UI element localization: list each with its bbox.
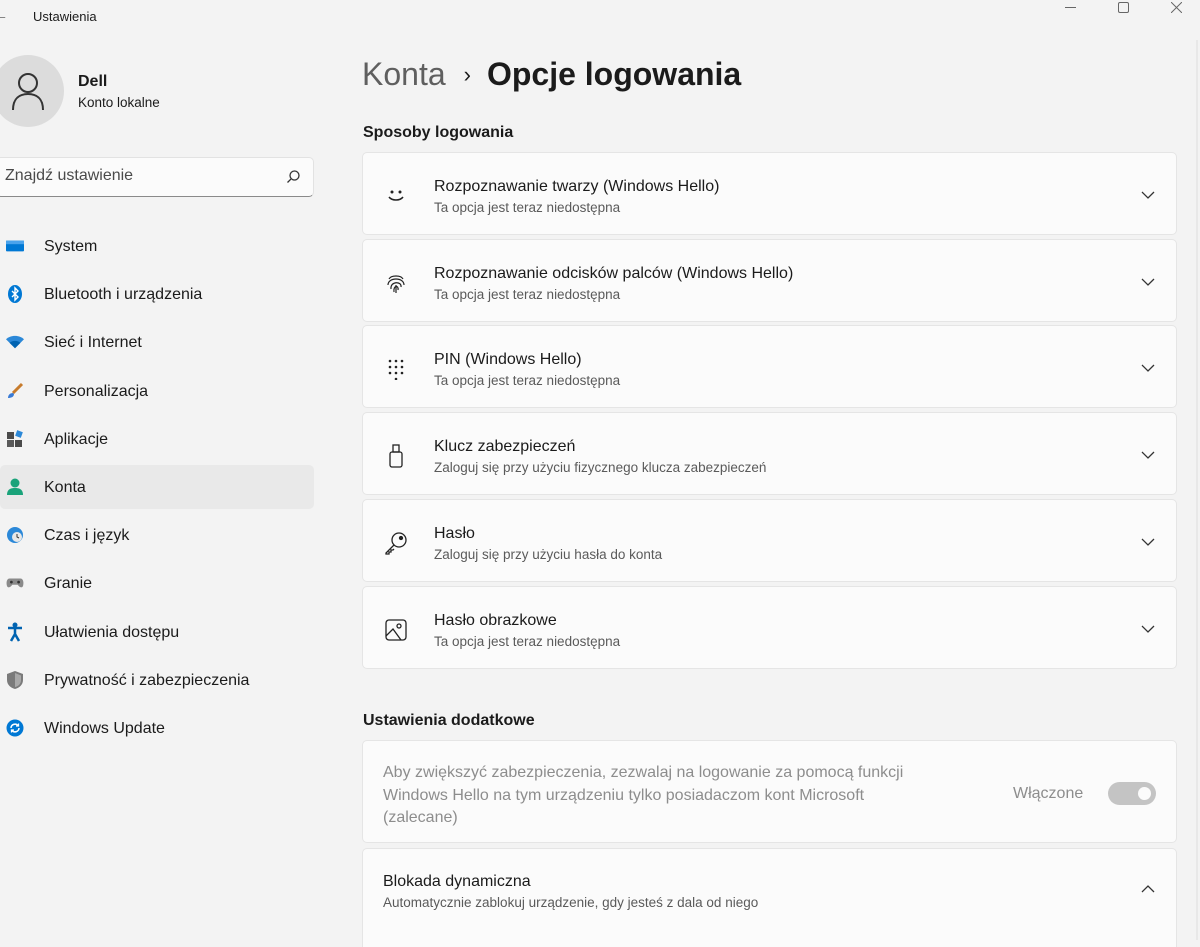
sidebar-item-privacy[interactable]: Prywatność i zabezpieczenia: [0, 658, 314, 702]
avatar[interactable]: [0, 55, 64, 127]
sidebar: Dell Konto lokalne System Bluetooth i ur…: [0, 0, 330, 947]
sidebar-item-label: Konta: [44, 478, 86, 496]
gaming-icon: [6, 574, 24, 592]
section-title-signin: Sposoby logowania: [363, 124, 514, 141]
sidebar-item-label: Windows Update: [44, 719, 165, 737]
sidebar-item-personalization[interactable]: Personalizacja: [0, 369, 314, 413]
sidebar-item-bluetooth[interactable]: Bluetooth i urządzenia: [0, 272, 314, 316]
sidebar-item-apps[interactable]: Aplikacje: [0, 417, 314, 461]
option-title: Klucz zabezpieczeń: [434, 438, 576, 455]
setting-dynamic-lock[interactable]: Blokada dynamiczna Automatycznie zabloku…: [362, 848, 1177, 938]
key-icon: [383, 530, 409, 556]
setting-description: Automatycznie zablokuj urządzenie, gdy j…: [383, 895, 759, 910]
chevron-down-icon[interactable]: [1140, 534, 1156, 550]
option-description: Ta opcja jest teraz niedostępna: [434, 634, 621, 649]
toggle-state-label: Włączone: [1013, 785, 1084, 802]
option-title: PIN (Windows Hello): [434, 351, 582, 368]
update-icon: [6, 719, 24, 737]
chevron-down-icon[interactable]: [1140, 360, 1156, 376]
minimize-button[interactable]: [1047, 0, 1093, 16]
chevron-right-icon: ›: [463, 61, 471, 87]
shield-icon: [6, 670, 24, 689]
system-icon: [6, 237, 24, 255]
setting-description: Aby zwiększyć zabezpieczenia, zezwalaj n…: [383, 764, 904, 826]
account-type: Konto lokalne: [78, 95, 160, 110]
sidebar-item-label: Ułatwienia dostępu: [44, 623, 180, 641]
option-title: Rozpoznawanie odcisków palców (Windows H…: [434, 265, 794, 282]
sidebar-item-label: Aplikacje: [44, 430, 109, 448]
signin-option-pin[interactable]: PIN (Windows Hello) Ta opcja jest teraz …: [362, 325, 1177, 408]
signin-option-security-key[interactable]: Klucz zabezpieczeń Zaloguj się przy użyc…: [362, 412, 1177, 495]
signin-option-picture-password[interactable]: Hasło obrazkowe Ta opcja jest teraz nied…: [362, 586, 1177, 669]
sidebar-item-label: System: [44, 238, 98, 255]
chevron-down-icon[interactable]: [1140, 621, 1156, 637]
search-icon[interactable]: [285, 169, 301, 190]
minimize-icon: [1064, 6, 1076, 8]
option-description: Zaloguj się przy użyciu hasła do konta: [434, 547, 663, 562]
breadcrumb: Konta › Opcje logowania: [362, 56, 741, 93]
maximize-icon: [1117, 1, 1129, 13]
bluetooth-icon: [6, 285, 24, 304]
picture-icon: [383, 617, 409, 643]
breadcrumb-parent[interactable]: Konta: [362, 56, 446, 93]
signin-option-face[interactable]: Rozpoznawanie twarzy (Windows Hello) Ta …: [362, 152, 1177, 235]
search-input[interactable]: [5, 167, 265, 185]
sidebar-item-label: Sieć i Internet: [44, 334, 142, 352]
brush-icon: [6, 382, 24, 400]
time-language-icon: [6, 526, 24, 544]
toggle-switch[interactable]: [1108, 782, 1156, 805]
sidebar-item-label: Bluetooth i urządzenia: [44, 286, 203, 304]
dynamic-lock-expanded-panel: [362, 928, 1177, 947]
sidebar-item-network[interactable]: Sieć i Internet: [0, 320, 314, 364]
chevron-down-icon[interactable]: [1140, 447, 1156, 463]
setting-hello-only-microsoft: Aby zwiększyć zabezpieczenia, zezwalaj n…: [362, 740, 1177, 843]
usb-key-icon: [383, 443, 409, 469]
sidebar-item-label: Personalizacja: [44, 382, 149, 400]
search-box[interactable]: [0, 157, 314, 197]
apps-icon: [6, 429, 24, 448]
page-title: Opcje logowania: [486, 56, 742, 92]
sidebar-item-accounts[interactable]: Konta: [0, 464, 314, 509]
setting-title: Blokada dynamiczna: [383, 873, 531, 890]
sidebar-item-system[interactable]: System: [0, 224, 314, 268]
sidebar-item-accessibility[interactable]: Ułatwienia dostępu: [0, 610, 314, 654]
pin-keypad-icon: [383, 356, 409, 382]
option-description: Ta opcja jest teraz niedostępna: [434, 287, 621, 302]
chevron-up-icon[interactable]: [1140, 881, 1156, 897]
wifi-icon: [6, 333, 24, 351]
maximize-button[interactable]: [1100, 0, 1146, 16]
option-title: Hasło obrazkowe: [434, 612, 557, 629]
face-icon: [383, 183, 409, 209]
scrollbar[interactable]: [1196, 40, 1198, 940]
sidebar-item-label: Granie: [44, 575, 93, 593]
close-button[interactable]: [1153, 0, 1199, 16]
chevron-down-icon[interactable]: [1140, 274, 1156, 290]
option-title: Rozpoznawanie twarzy (Windows Hello): [434, 178, 720, 195]
close-icon: [1170, 1, 1182, 13]
chevron-down-icon[interactable]: [1140, 187, 1156, 203]
user-name: Dell: [78, 73, 108, 90]
option-description: Zaloguj się przy użyciu fizycznego klucz…: [434, 460, 767, 475]
sidebar-item-gaming[interactable]: Granie: [0, 561, 314, 605]
section-title-additional: Ustawienia dodatkowe: [363, 712, 535, 729]
accounts-icon: [6, 478, 24, 496]
sidebar-item-windows-update[interactable]: Windows Update: [0, 706, 314, 750]
sidebar-item-label: Prywatność i zabezpieczenia: [44, 671, 250, 689]
option-description: Ta opcja jest teraz niedostępna: [434, 373, 621, 388]
option-description: Ta opcja jest teraz niedostępna: [434, 200, 621, 215]
user-icon: [12, 73, 44, 111]
signin-option-password[interactable]: Hasło Zaloguj się przy użyciu hasła do k…: [362, 499, 1177, 582]
sidebar-item-time-language[interactable]: Czas i język: [0, 513, 314, 557]
toggle-knob: [1138, 787, 1151, 800]
option-title: Hasło: [434, 525, 475, 542]
sidebar-item-label: Czas i język: [44, 527, 130, 545]
signin-option-fingerprint[interactable]: Rozpoznawanie odcisków palców (Windows H…: [362, 239, 1177, 322]
fingerprint-icon: [383, 270, 409, 296]
accessibility-icon: [6, 622, 24, 642]
nav-list: System Bluetooth i urządzenia Sieć i Int…: [0, 224, 314, 754]
